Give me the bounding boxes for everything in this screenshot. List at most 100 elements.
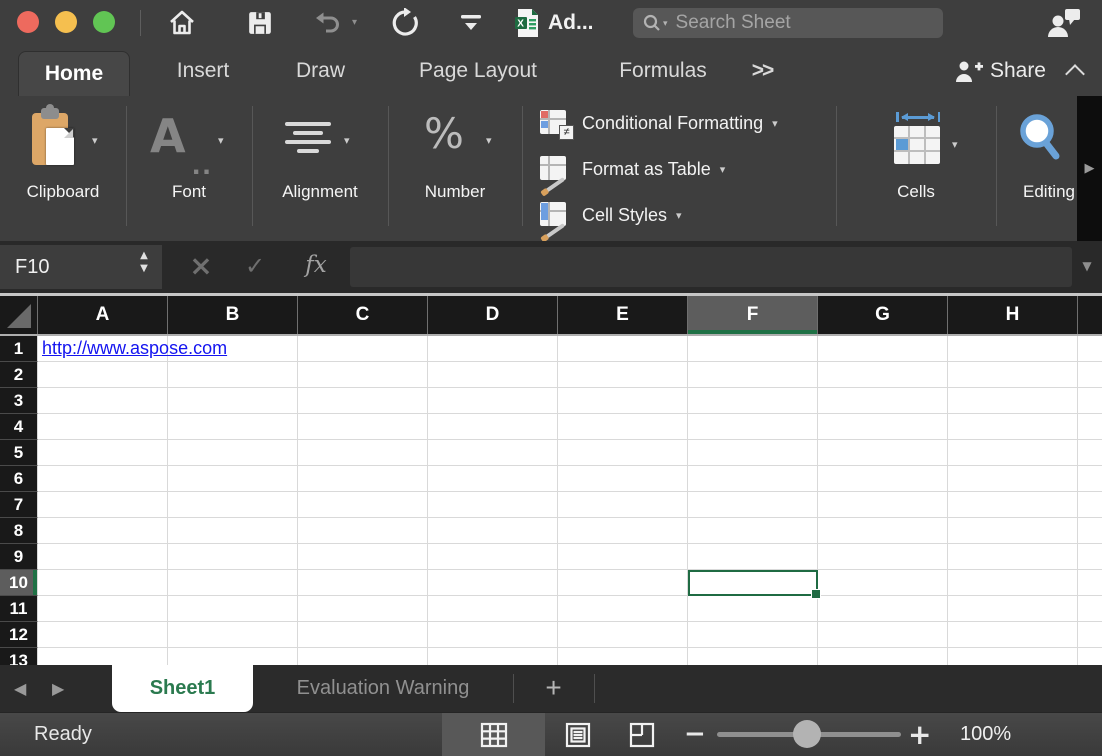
cell-E7[interactable] [558, 492, 688, 518]
cell-H12[interactable] [948, 622, 1078, 648]
zoom-out-button[interactable]: − [684, 713, 706, 756]
cell-G2[interactable] [818, 362, 948, 388]
cell-A12[interactable] [38, 622, 168, 648]
sheet-tab-evaluation-warning[interactable]: Evaluation Warning [253, 665, 513, 712]
enter-icon[interactable]: ✓ [240, 241, 270, 291]
cell-E1[interactable] [558, 336, 688, 362]
cells-icon[interactable] [894, 112, 942, 168]
collapse-ribbon-icon[interactable] [1066, 66, 1084, 76]
number-group-label[interactable]: Number [388, 182, 522, 206]
cell-partial-5[interactable] [1078, 440, 1102, 466]
sheet-tab-sheet1[interactable]: Sheet1 [112, 665, 253, 712]
cell-partial-12[interactable] [1078, 622, 1102, 648]
cell-H9[interactable] [948, 544, 1078, 570]
cell-partial-1[interactable] [1078, 336, 1102, 362]
row-header-3[interactable]: 3 [0, 388, 38, 414]
cells-dropdown-caret[interactable]: ▾ [952, 138, 958, 151]
cell-A7[interactable] [38, 492, 168, 518]
cell-E6[interactable] [558, 466, 688, 492]
cell-C13[interactable] [298, 648, 428, 665]
cell-D10[interactable] [428, 570, 558, 596]
cell-F13[interactable] [688, 648, 818, 665]
cell-partial-9[interactable] [1078, 544, 1102, 570]
page-layout-view-button[interactable] [545, 713, 611, 756]
contact-support-icon[interactable] [1042, 0, 1086, 46]
name-box-spinner[interactable]: ▲ ▼ [134, 251, 154, 277]
row-header-7[interactable]: 7 [0, 492, 38, 518]
cell-F2[interactable] [688, 362, 818, 388]
cell-A2[interactable] [38, 362, 168, 388]
cell-E3[interactable] [558, 388, 688, 414]
cell-H5[interactable] [948, 440, 1078, 466]
cell-B6[interactable] [168, 466, 298, 492]
row-header-6[interactable]: 6 [0, 466, 38, 492]
zoom-slider-thumb[interactable] [793, 720, 821, 748]
column-header-partial[interactable] [1078, 296, 1102, 334]
spinner-down-icon[interactable]: ▼ [134, 264, 154, 277]
cell-H4[interactable] [948, 414, 1078, 440]
cell-F6[interactable] [688, 466, 818, 492]
cell-D4[interactable] [428, 414, 558, 440]
row-header-8[interactable]: 8 [0, 518, 38, 544]
column-header-D[interactable]: D [428, 296, 558, 334]
cell-E8[interactable] [558, 518, 688, 544]
alignment-dropdown-caret[interactable]: ▾ [344, 134, 350, 147]
cell-B3[interactable] [168, 388, 298, 414]
column-header-B[interactable]: B [168, 296, 298, 334]
cell-C11[interactable] [298, 596, 428, 622]
cell-H2[interactable] [948, 362, 1078, 388]
cell-B4[interactable] [168, 414, 298, 440]
cell-B7[interactable] [168, 492, 298, 518]
clipboard-dropdown-caret[interactable]: ▾ [92, 134, 98, 147]
cell-H11[interactable] [948, 596, 1078, 622]
fill-handle[interactable] [811, 589, 821, 599]
undo-icon[interactable] [312, 0, 344, 46]
formula-bar-expand-icon[interactable]: ▼ [1078, 241, 1096, 291]
search-box[interactable]: ▾ [633, 8, 943, 38]
column-header-H[interactable]: H [948, 296, 1078, 334]
cell-F5[interactable] [688, 440, 818, 466]
save-icon[interactable] [244, 0, 276, 46]
cell-F11[interactable] [688, 596, 818, 622]
cell-D6[interactable] [428, 466, 558, 492]
undo-dropdown-caret[interactable]: ▾ [352, 17, 357, 28]
cell-partial-6[interactable] [1078, 466, 1102, 492]
cell-D8[interactable] [428, 518, 558, 544]
cell-D12[interactable] [428, 622, 558, 648]
row-header-2[interactable]: 2 [0, 362, 38, 388]
search-input[interactable] [674, 11, 933, 35]
cell-G4[interactable] [818, 414, 948, 440]
cell-C9[interactable] [298, 544, 428, 570]
cell-H1[interactable] [948, 336, 1078, 362]
font-group-label[interactable]: Font [126, 182, 252, 206]
clipboard-icon[interactable] [32, 108, 80, 170]
column-header-G[interactable]: G [818, 296, 948, 334]
cell-partial-3[interactable] [1078, 388, 1102, 414]
cell-E9[interactable] [558, 544, 688, 570]
sheet-nav-right-icon[interactable]: ▶ [52, 665, 64, 712]
cell-D11[interactable] [428, 596, 558, 622]
cell-partial-11[interactable] [1078, 596, 1102, 622]
zoom-in-button[interactable]: + [908, 713, 931, 756]
cell-D13[interactable] [428, 648, 558, 665]
cell-A6[interactable] [38, 466, 168, 492]
cell-C12[interactable] [298, 622, 428, 648]
cell-B11[interactable] [168, 596, 298, 622]
cell-partial-2[interactable] [1078, 362, 1102, 388]
ribbon-expand-strip[interactable]: ▶ [1077, 96, 1102, 241]
cell-D1[interactable] [428, 336, 558, 362]
cell-D3[interactable] [428, 388, 558, 414]
row-header-5[interactable]: 5 [0, 440, 38, 466]
cell-H8[interactable] [948, 518, 1078, 544]
cell-A11[interactable] [38, 596, 168, 622]
cell-E4[interactable] [558, 414, 688, 440]
font-icon[interactable]: A [150, 110, 186, 162]
cell-D9[interactable] [428, 544, 558, 570]
cell-G6[interactable] [818, 466, 948, 492]
row-header-9[interactable]: 9 [0, 544, 38, 570]
page-break-view-button[interactable] [611, 713, 673, 756]
cell-G5[interactable] [818, 440, 948, 466]
cell-D7[interactable] [428, 492, 558, 518]
redo-icon[interactable] [390, 0, 424, 46]
conditional-formatting-button[interactable]: ≠ Conditional Formatting ▾ [540, 102, 840, 144]
